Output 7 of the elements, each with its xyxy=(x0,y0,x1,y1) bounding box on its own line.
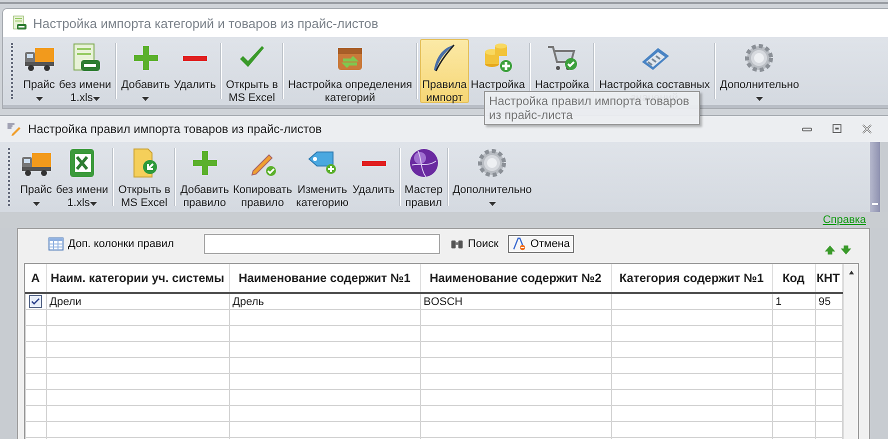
table-cell: Дрели xyxy=(50,296,82,308)
table-cell: 1 xyxy=(776,296,782,308)
window-title: Настройка импорта категорий и товаров из прайс-листов xyxy=(33,16,378,30)
table-cell: BOSCH xyxy=(424,296,463,308)
table-cell: 95 xyxy=(818,296,831,308)
table-cell: Дрель xyxy=(232,296,264,308)
window-title: Настройка правил импорта товаров из прайс-листов xyxy=(28,122,322,136)
